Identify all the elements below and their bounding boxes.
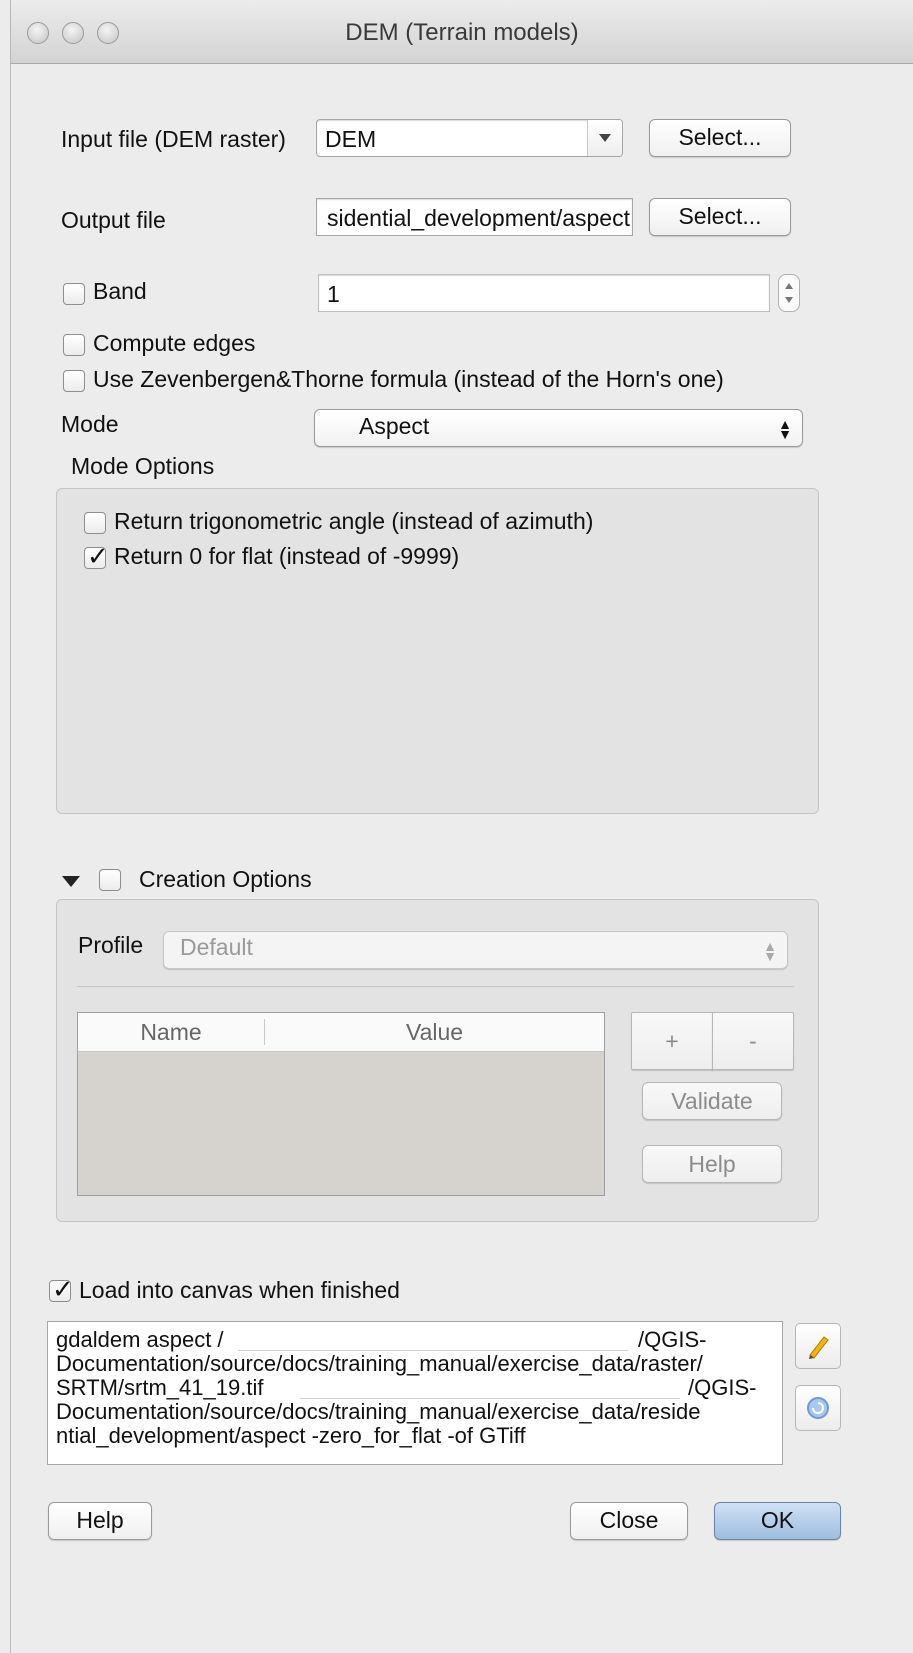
input-file-label: Input file (DEM raster): [61, 126, 286, 152]
mode-select[interactable]: Aspect ▲ ▼: [314, 409, 803, 447]
trig-angle-checkbox[interactable]: [84, 512, 106, 534]
profile-label: Profile: [78, 932, 144, 958]
creation-options-checkbox[interactable]: [99, 869, 121, 891]
checkmark-icon: ✓: [87, 541, 109, 571]
command-line-5: ntial_development/aspect -zero_for_flat …: [56, 1423, 526, 1448]
options-table[interactable]: Name Value: [77, 1012, 605, 1196]
column-header-value[interactable]: Value: [265, 1019, 604, 1046]
redacted-path: [300, 1378, 680, 1399]
command-line-1-suffix: /QGIS-: [638, 1327, 707, 1352]
band-stepper[interactable]: [778, 274, 800, 312]
load-canvas-checkbox[interactable]: ✓: [49, 1274, 74, 1304]
input-file-value: DEM: [325, 126, 377, 152]
zevenbergen-label: Use Zevenbergen&Thorne formula (instead …: [93, 366, 724, 392]
window-title: DEM (Terrain models): [345, 19, 579, 46]
command-line-3-prefix: SRTM/srtm_41_19.tif: [56, 1375, 264, 1400]
creation-options-title: Creation Options: [139, 866, 312, 892]
redacted-path: [238, 1330, 628, 1351]
output-file-select-button[interactable]: Select...: [649, 198, 791, 236]
close-button[interactable]: Close: [570, 1502, 688, 1540]
mode-label: Mode: [61, 411, 119, 437]
command-line-4: Documentation/source/docs/training_manua…: [56, 1399, 701, 1424]
profile-select[interactable]: Default ▲ ▼: [163, 931, 788, 969]
command-line-3-suffix: /QGIS-: [688, 1375, 757, 1400]
profile-value: Default: [180, 934, 253, 960]
output-file-field[interactable]: sidential_development/aspect: [316, 198, 633, 236]
band-spinbox[interactable]: 1: [318, 274, 770, 312]
compute-edges-checkbox[interactable]: [63, 334, 85, 356]
output-file-label: Output file: [61, 207, 166, 233]
input-file-dropdown[interactable]: [587, 120, 622, 156]
column-header-name[interactable]: Name: [78, 1019, 264, 1046]
zero-flat-label: Return 0 for flat (instead of -9999): [114, 543, 460, 569]
updown-arrows-icon: ▲ ▼: [778, 416, 792, 442]
disclosure-triangle-icon[interactable]: [62, 876, 80, 887]
reset-icon: [807, 1397, 829, 1419]
chevron-up-icon: [785, 283, 793, 289]
pencil-icon: [809, 1336, 829, 1359]
creation-help-button[interactable]: Help: [642, 1145, 782, 1183]
help-button[interactable]: Help: [48, 1502, 152, 1540]
title-bar[interactable]: DEM (Terrain models): [11, 0, 913, 64]
zevenbergen-checkbox[interactable]: [63, 370, 85, 392]
updown-arrows-icon: ▲ ▼: [763, 938, 777, 964]
band-checkbox[interactable]: [63, 283, 85, 305]
command-text[interactable]: gdaldem aspect / /QGIS- Documentation/so…: [47, 1321, 783, 1465]
command-line-2: Documentation/source/docs/training_manua…: [56, 1351, 703, 1376]
table-header: Name Value: [78, 1013, 604, 1052]
input-file-combo[interactable]: DEM: [316, 119, 623, 157]
input-file-select-button[interactable]: Select...: [649, 119, 791, 157]
chevron-down-icon: [785, 297, 793, 303]
validate-button[interactable]: Validate: [642, 1082, 782, 1120]
remove-option-button[interactable]: -: [712, 1012, 794, 1070]
ok-button[interactable]: OK: [714, 1502, 841, 1540]
load-canvas-label: Load into canvas when finished: [79, 1277, 400, 1303]
mode-value: Aspect: [359, 413, 430, 439]
separator: [77, 986, 794, 987]
command-line-1-prefix: gdaldem aspect /: [56, 1327, 224, 1352]
trig-angle-label: Return trigonometric angle (instead of a…: [114, 508, 594, 534]
dialog-window: DEM (Terrain models) Input file (DEM ras…: [10, 0, 913, 1653]
chevron-down-icon: [599, 134, 611, 142]
edit-command-button[interactable]: [795, 1323, 841, 1369]
add-option-button[interactable]: +: [631, 1012, 713, 1070]
mode-options-group: Return trigonometric angle (instead of a…: [56, 488, 819, 814]
creation-options-group: Profile Default ▲ ▼ Name Value + - Valida…: [56, 899, 819, 1222]
band-label: Band: [93, 278, 147, 304]
mode-options-title: Mode Options: [71, 453, 215, 479]
reset-command-button[interactable]: [795, 1385, 841, 1431]
compute-edges-label: Compute edges: [93, 330, 256, 356]
zero-flat-checkbox[interactable]: ✓: [84, 541, 109, 571]
checkmark-icon: ✓: [52, 1274, 74, 1304]
